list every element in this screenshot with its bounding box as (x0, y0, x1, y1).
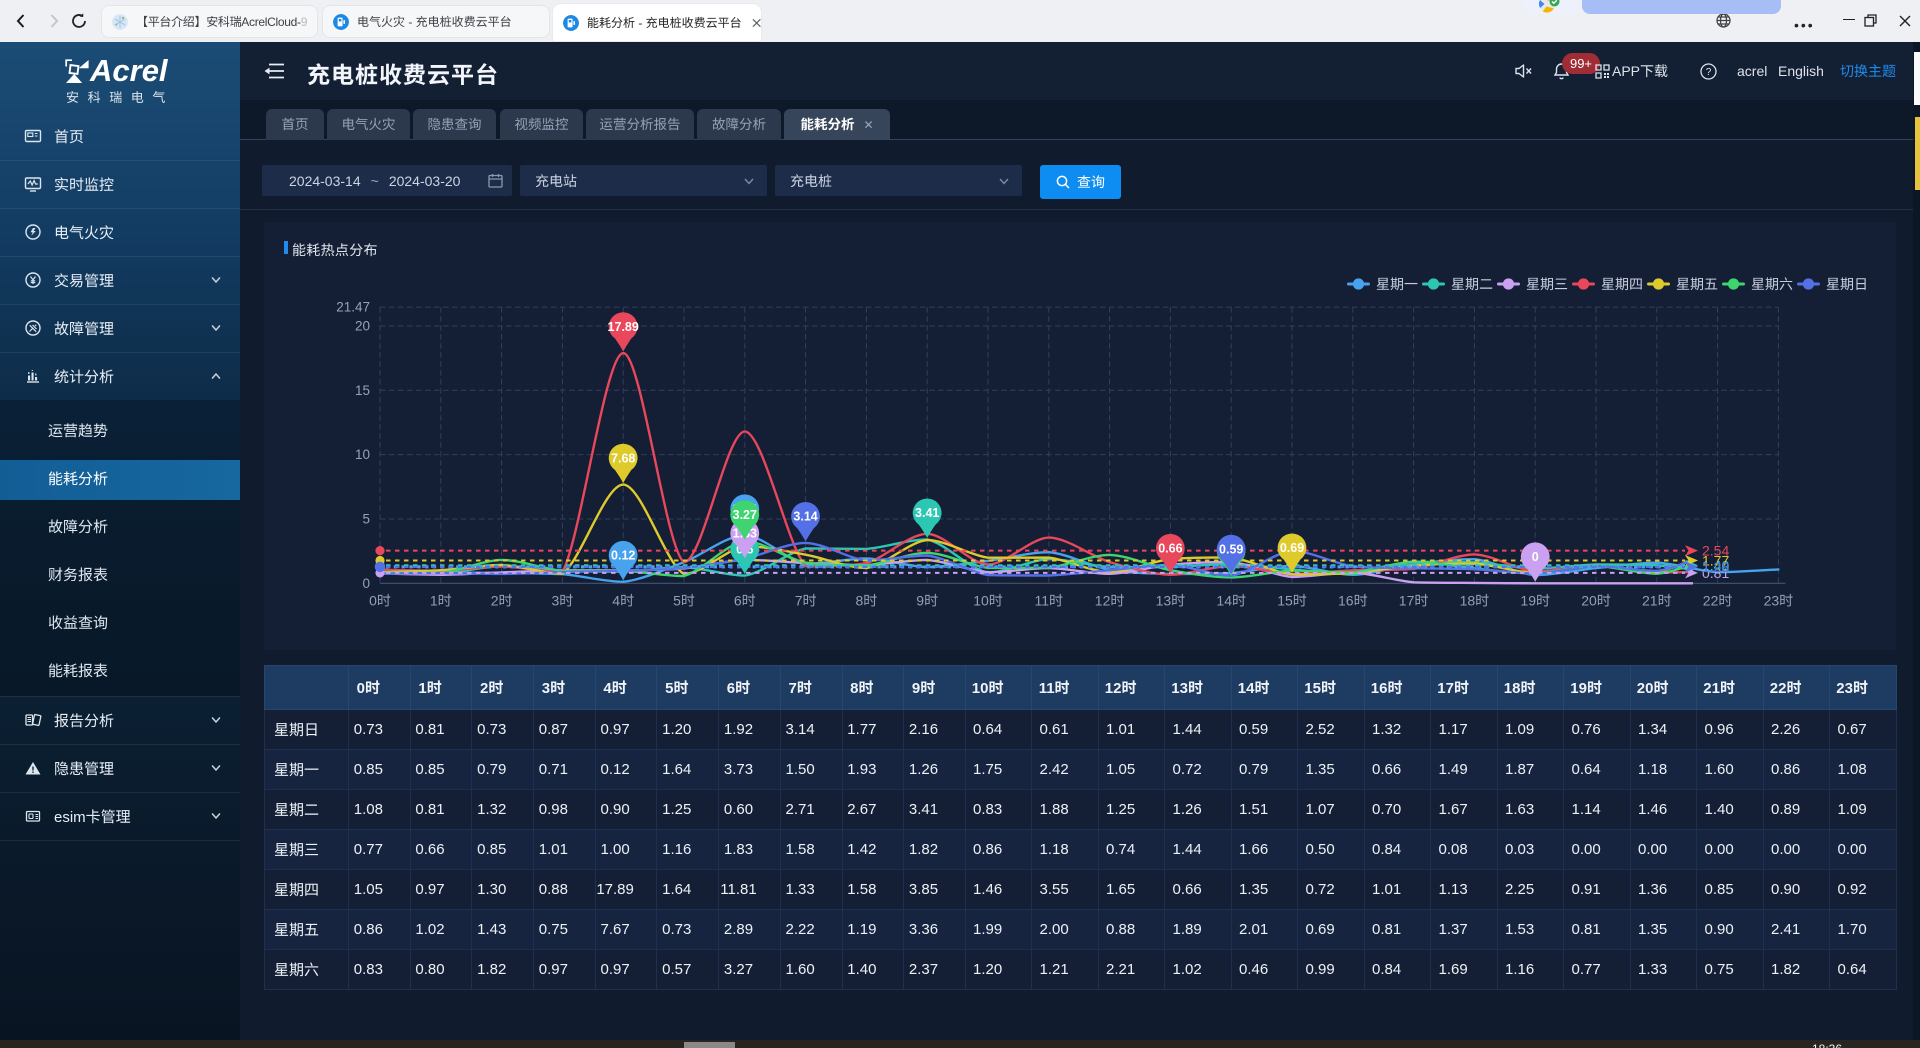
svg-text:15时: 15时 (1277, 592, 1307, 608)
svg-text:星期日: 星期日 (1826, 276, 1868, 292)
svg-text:18时: 18时 (1460, 592, 1490, 608)
svg-text:0.12: 0.12 (611, 549, 635, 563)
svg-text:6时: 6时 (734, 592, 756, 608)
svg-text:2时: 2时 (491, 592, 513, 608)
svg-text:3.41: 3.41 (915, 506, 939, 520)
svg-text:0: 0 (1532, 550, 1539, 564)
svg-text:22时: 22时 (1703, 592, 1733, 608)
svg-text:星期四: 星期四 (1601, 276, 1643, 292)
svg-text:3时: 3时 (552, 592, 574, 608)
svg-text:3.14: 3.14 (793, 510, 817, 524)
svg-text:13时: 13时 (1156, 592, 1186, 608)
svg-text:8时: 8时 (856, 592, 878, 608)
svg-text:1.28: 1.28 (1702, 559, 1729, 575)
svg-text:0.66: 0.66 (1158, 542, 1182, 556)
svg-text:星期五: 星期五 (1676, 276, 1718, 292)
svg-text:0.59: 0.59 (1219, 543, 1243, 557)
svg-text:0: 0 (362, 576, 370, 591)
svg-text:14时: 14时 (1216, 592, 1246, 608)
svg-text:星期三: 星期三 (1526, 276, 1568, 292)
svg-text:20: 20 (355, 319, 370, 334)
svg-text:?: ? (1706, 67, 1712, 78)
svg-text:19时: 19时 (1520, 592, 1550, 608)
svg-text:21.47: 21.47 (336, 300, 370, 315)
svg-text:0.69: 0.69 (1280, 541, 1304, 555)
svg-text:0时: 0时 (369, 592, 391, 608)
svg-text:5时: 5时 (673, 592, 695, 608)
svg-text:5: 5 (362, 512, 370, 527)
svg-text:7时: 7时 (795, 592, 817, 608)
svg-text:17时: 17时 (1399, 592, 1429, 608)
svg-text:星期二: 星期二 (1451, 276, 1493, 292)
svg-text:17.89: 17.89 (608, 320, 639, 334)
svg-text:16时: 16时 (1338, 592, 1368, 608)
svg-text:4时: 4时 (612, 592, 634, 608)
svg-text:7.68: 7.68 (611, 451, 635, 465)
svg-text:15: 15 (355, 383, 370, 398)
svg-text:3.27: 3.27 (733, 508, 757, 522)
svg-text:21时: 21时 (1642, 592, 1672, 608)
svg-text:20时: 20时 (1581, 592, 1611, 608)
svg-text:10时: 10时 (973, 592, 1003, 608)
svg-text:星期六: 星期六 (1751, 276, 1793, 292)
svg-text:12时: 12时 (1095, 592, 1125, 608)
svg-text:9时: 9时 (916, 592, 938, 608)
svg-text:10: 10 (355, 447, 370, 462)
svg-text:星期一: 星期一 (1376, 276, 1418, 292)
svg-text:11时: 11时 (1035, 592, 1064, 608)
svg-text:1时: 1时 (430, 592, 452, 608)
svg-text:23时: 23时 (1764, 592, 1794, 608)
